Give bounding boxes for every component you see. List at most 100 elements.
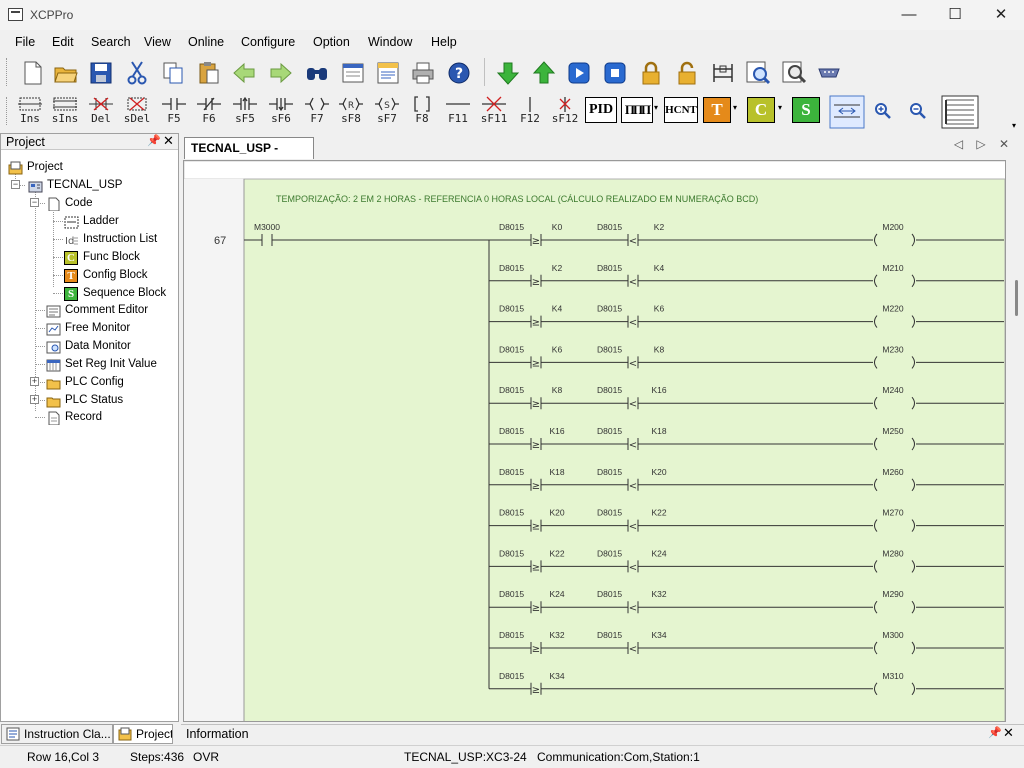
ladder-diagram[interactable]: TEMPORIZAÇÃO: 2 EM 2 HORAS - REFERENCIA … [183, 160, 1006, 722]
view-mode-icon[interactable] [829, 95, 865, 129]
shift-insert-icon [53, 97, 77, 111]
open-folder-icon[interactable] [53, 60, 79, 86]
tab-ladder[interactable]: TECNAL_USP - Ladder [184, 137, 314, 175]
search-view-icon[interactable] [781, 60, 807, 86]
pulse-button[interactable]: ΠΠΠ [621, 97, 653, 123]
ladder-layout-icon[interactable] [941, 95, 979, 129]
counter-block-button[interactable]: C [747, 97, 775, 123]
menu-view[interactable]: View [144, 35, 171, 49]
cut-icon[interactable] [124, 60, 150, 86]
less-than-symbol: < [629, 318, 637, 329]
ladder-tool-sins-button[interactable]: sIns [48, 93, 82, 129]
timer-dropdown-icon[interactable]: ▾ [733, 103, 737, 112]
toolbar-grip[interactable] [6, 97, 9, 125]
toolbar-grip[interactable] [6, 58, 9, 86]
tab-navigation[interactable]: ◁ ▷ ✕ [954, 137, 1014, 151]
ladder-canvas[interactable]: TEMPORIZAÇÃO: 2 EM 2 HORAS - REFERENCIA … [184, 161, 1006, 722]
tab-project[interactable]: Project [113, 724, 173, 744]
ladder-tool-ins-button[interactable]: Ins [13, 93, 47, 129]
zoom-view-icon[interactable] [745, 60, 771, 86]
print-icon[interactable] [410, 60, 436, 86]
greater-equal-symbol: ≥ [532, 685, 540, 696]
properties-icon[interactable] [340, 60, 366, 86]
app-logo-icon [8, 8, 23, 21]
expand-icon[interactable]: + [30, 395, 39, 404]
greater-equal-symbol: ≥ [532, 399, 540, 410]
compare-constant: K24 [549, 589, 564, 599]
sequence-block-button[interactable]: S [792, 97, 820, 123]
compare-register: D8015 [499, 671, 524, 681]
close-panel-icon[interactable]: ✕ [163, 133, 174, 149]
ladder-tool-sf5-button[interactable]: sF5 [228, 93, 262, 129]
unlock-icon[interactable] [674, 60, 700, 86]
new-file-icon[interactable] [20, 60, 46, 86]
menu-option[interactable]: Option [313, 35, 350, 49]
counter-dropdown-icon[interactable]: ▾ [778, 103, 782, 112]
ladder-tool-sf6-button[interactable]: sF6 [264, 93, 298, 129]
menu-search[interactable]: Search [91, 35, 131, 49]
ladder-tool-f8-button[interactable]: F8 [405, 93, 439, 129]
code-icon [48, 197, 60, 211]
run-icon[interactable] [566, 60, 592, 86]
ladder-tool-sf12-button[interactable]: sF12 [548, 93, 582, 129]
menu-configure[interactable]: Configure [241, 35, 295, 49]
pid-button[interactable]: PID [585, 97, 617, 123]
tab-instruction-class[interactable]: Instruction Cla... [1, 724, 113, 744]
ladder-tool-f7-button[interactable]: F7 [300, 93, 334, 129]
menu-edit[interactable]: Edit [52, 35, 74, 49]
serial-port-icon[interactable] [816, 60, 842, 86]
forward-arrow-icon[interactable] [268, 60, 294, 86]
download-icon[interactable] [495, 60, 521, 86]
compare-register: D8015 [597, 222, 622, 232]
ladder-tool-f12-button[interactable]: F12 [513, 93, 547, 129]
vertical-scrollbar[interactable] [1008, 160, 1024, 722]
hcnt-button[interactable]: HCNT [664, 97, 698, 123]
greater-equal-symbol: ≥ [532, 236, 540, 247]
paste-icon[interactable] [196, 60, 222, 86]
zoom-in-icon[interactable] [874, 102, 892, 120]
ladder-tool-sf11-button[interactable]: sF11 [477, 93, 511, 129]
stop-icon[interactable] [602, 60, 628, 86]
ladder-tool-f5-button[interactable]: F5 [157, 93, 191, 129]
ladder-tool-label: F7 [310, 112, 324, 125]
compare-register: D8015 [499, 385, 524, 395]
ladder-tool-f6-button[interactable]: F6 [192, 93, 226, 129]
maximize-button[interactable]: ☐ [932, 0, 978, 30]
find-icon[interactable] [304, 60, 330, 86]
toolbar-overflow-icon[interactable]: ▾ [1012, 121, 1016, 130]
print-preview-icon[interactable] [375, 60, 401, 86]
close-button[interactable]: ✕ [978, 0, 1024, 30]
menu-window[interactable]: Window [368, 35, 412, 49]
information-label[interactable]: Information [186, 727, 249, 741]
pin-icon[interactable]: 📌 [988, 726, 1002, 739]
ladder-tool-sf8-button[interactable]: RsF8 [334, 93, 368, 129]
save-icon[interactable] [88, 60, 114, 86]
expand-icon[interactable]: + [30, 377, 39, 386]
tree-item-label: Config Block [83, 269, 148, 281]
zoom-out-icon[interactable] [909, 102, 927, 120]
collapse-icon[interactable]: − [11, 180, 20, 189]
pulse-dropdown-icon[interactable]: ▾ [654, 103, 658, 112]
minimize-button[interactable]: — [886, 0, 932, 30]
copy-icon[interactable] [160, 60, 186, 86]
upload-icon[interactable] [531, 60, 557, 86]
collapse-icon[interactable]: − [30, 198, 39, 207]
less-than-symbol: < [629, 522, 637, 533]
pin-icon[interactable]: 📌 [147, 134, 161, 147]
compare-constant: K20 [549, 508, 564, 518]
ladder-tool-label: sF7 [377, 112, 397, 125]
menu-file[interactable]: File [15, 35, 35, 49]
lock-icon[interactable] [638, 60, 664, 86]
back-arrow-icon[interactable] [231, 60, 257, 86]
close-panel-icon[interactable]: ✕ [1003, 725, 1014, 741]
ladder-tool-del-button[interactable]: Del [84, 93, 118, 129]
menu-online[interactable]: Online [188, 35, 224, 49]
ladder-tool-f11-button[interactable]: F11 [441, 93, 475, 129]
ladder-tool-sdel-button[interactable]: sDel [120, 93, 154, 129]
ladder-monitor-icon[interactable] [710, 60, 736, 86]
scrollbar-thumb[interactable] [1015, 280, 1018, 316]
ladder-tool-sf7-button[interactable]: SsF7 [370, 93, 404, 129]
help-icon[interactable]: ? [446, 60, 472, 86]
menu-help[interactable]: Help [431, 35, 457, 49]
timer-block-button[interactable]: T [703, 97, 731, 123]
